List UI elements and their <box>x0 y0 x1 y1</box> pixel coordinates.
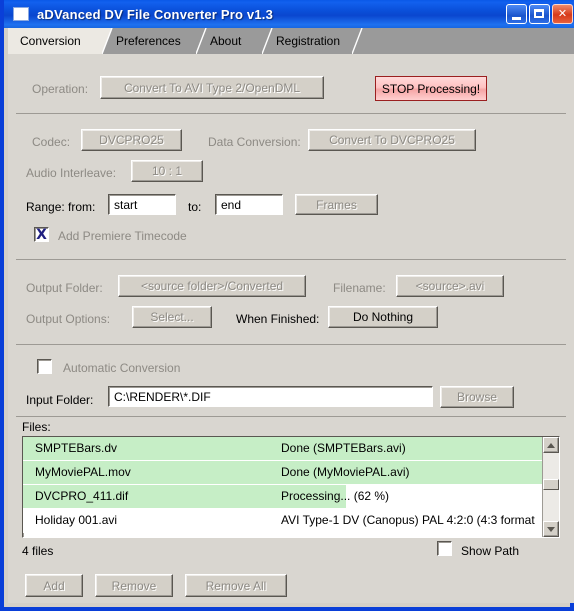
file-name: MyMoviePAL.mov <box>35 465 131 479</box>
tab-conversion-slant <box>102 28 116 54</box>
add-button[interactable]: Add <box>25 574 83 597</box>
tab-registration-slant <box>352 28 366 54</box>
output-options-button[interactable]: Select... <box>132 306 212 328</box>
tab-registration[interactable]: Registration <box>264 28 366 54</box>
input-folder-label: Input Folder: <box>26 393 94 407</box>
file-status: Done (MyMoviePAL.avi) <box>281 465 410 479</box>
codec-label: Codec: <box>32 135 71 149</box>
separator-3 <box>16 344 566 345</box>
tab-about-label: About <box>210 34 242 48</box>
show-path-checkbox[interactable] <box>437 541 452 556</box>
files-rows: SMPTEBars.dv Done (SMPTEBars.avi) MyMovi… <box>23 437 559 533</box>
scroll-up-button[interactable] <box>543 437 559 453</box>
files-listbox[interactable]: SMPTEBars.dv Done (SMPTEBars.avi) MyMovi… <box>22 436 560 538</box>
table-row[interactable]: Holiday 001.avi AVI Type-1 DV (Canopus) … <box>23 509 559 533</box>
remove-all-button[interactable]: Remove All <box>185 574 287 597</box>
table-row[interactable]: MyMoviePAL.mov Done (MyMoviePAL.avi) <box>23 461 559 485</box>
output-folder-dropdown[interactable]: <source folder>/Converted <box>118 275 306 297</box>
browse-button[interactable]: Browse <box>440 386 514 408</box>
operation-label: Operation: <box>32 82 89 96</box>
output-options-label: Output Options: <box>26 312 111 326</box>
range-to-label: to: <box>188 200 202 214</box>
filename-dropdown[interactable]: <source>.avi <box>396 275 504 297</box>
app-icon <box>13 7 29 21</box>
tab-preferences[interactable]: Preferences <box>104 28 210 54</box>
table-row[interactable]: SMPTEBars.dv Done (SMPTEBars.avi) <box>23 437 559 461</box>
codec-dropdown[interactable]: DVCPRO25 <box>81 129 182 151</box>
file-status: Processing... (62 %) <box>281 489 390 503</box>
scroll-down-button[interactable] <box>543 521 559 537</box>
range-from-label: Range: from: <box>26 200 96 214</box>
range-units-button[interactable]: Frames <box>295 194 378 215</box>
output-folder-label: Output Folder: <box>26 281 103 295</box>
minimize-button[interactable] <box>506 4 527 24</box>
chevron-down-icon <box>547 526 555 532</box>
audio-interleave-label: Audio Interleave: <box>26 166 117 180</box>
separator-1 <box>16 113 566 114</box>
tab-strip: Conversion Preferences About Registratio… <box>8 28 574 54</box>
show-path-label: Show Path <box>461 544 520 558</box>
input-folder-input[interactable]: C:\RENDER\*.DIF <box>108 386 433 407</box>
file-name: Holiday 001.avi <box>35 513 118 527</box>
file-status: AVI Type-1 DV (Canopus) PAL 4:2:0 (4:3 f… <box>281 513 535 527</box>
tab-registration-label: Registration <box>276 34 341 48</box>
scrollbar-thumb[interactable] <box>543 479 559 490</box>
filename-label: Filename: <box>333 281 386 295</box>
files-scrollbar[interactable] <box>542 437 559 537</box>
stop-processing-button[interactable]: STOP Processing! <box>375 76 487 101</box>
tab-conversion-label: Conversion <box>20 34 81 48</box>
range-from-input[interactable]: start <box>108 194 176 215</box>
remove-button[interactable]: Remove <box>95 574 173 597</box>
tab-preferences-label: Preferences <box>116 34 181 48</box>
minimize-icon <box>512 17 521 20</box>
operation-dropdown[interactable]: Convert To AVI Type 2/OpenDML <box>100 76 324 99</box>
window-title: aDVanced DV File Converter Pro v1.3 <box>37 6 274 22</box>
automatic-conversion-checkbox[interactable] <box>37 359 52 374</box>
application-window: aDVanced DV File Converter Pro v1.3 ✕ Co… <box>0 0 574 611</box>
file-name: SMPTEBars.dv <box>35 441 118 455</box>
row-divider <box>23 532 559 533</box>
add-premiere-timecode-checkbox[interactable]: X <box>34 227 49 242</box>
data-conversion-label: Data Conversion: <box>208 135 301 149</box>
file-name: DVCPRO_411.dif <box>35 489 129 503</box>
add-premiere-timecode-label: Add Premiere Timecode <box>58 229 187 243</box>
maximize-icon <box>534 9 544 18</box>
maximize-button[interactable] <box>529 4 550 24</box>
when-finished-label: When Finished: <box>236 312 320 326</box>
separator-2 <box>16 259 566 260</box>
audio-interleave-dropdown[interactable]: 10 : 1 <box>131 160 203 182</box>
chevron-up-icon <box>547 442 555 448</box>
automatic-conversion-label: Automatic Conversion <box>63 361 181 375</box>
file-status: Done (SMPTEBars.avi) <box>281 441 406 455</box>
close-button[interactable]: ✕ <box>552 4 573 24</box>
window-controls: ✕ <box>506 4 574 24</box>
title-bar: aDVanced DV File Converter Pro v1.3 ✕ <box>4 0 574 28</box>
file-count-label: 4 files <box>22 544 54 558</box>
close-icon: ✕ <box>557 7 568 20</box>
conversion-panel: Operation: Convert To AVI Type 2/OpenDML… <box>8 54 574 603</box>
files-group-label: Files: <box>22 420 51 434</box>
tab-conversion[interactable]: Conversion <box>8 28 116 54</box>
range-to-input[interactable]: end <box>215 194 283 215</box>
table-row[interactable]: DVCPRO_411.dif Processing... (62 %) <box>23 485 559 509</box>
data-conversion-dropdown[interactable]: Convert To DVCPRO25 <box>308 129 476 151</box>
checkbox-check-icon: X <box>36 226 47 243</box>
when-finished-dropdown[interactable]: Do Nothing <box>328 306 438 328</box>
separator-4 <box>16 416 566 417</box>
scrollbar-track[interactable] <box>543 453 559 521</box>
